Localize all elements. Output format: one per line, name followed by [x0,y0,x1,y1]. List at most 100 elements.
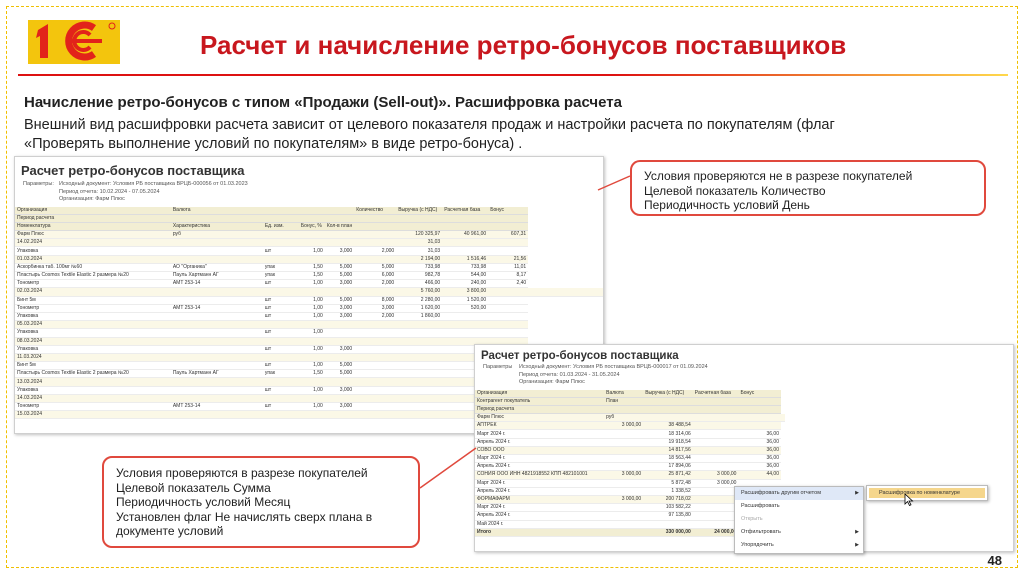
table-cell [442,312,489,322]
table-header-cell[interactable]: Организация [15,206,131,215]
table-cell: 1,00 [298,328,325,338]
table-header-cell[interactable]: Бонус, % [298,222,325,232]
table-row[interactable]: Упаковка шт 1,00 3,000 2,000 1 860,00 [15,312,603,322]
table-header-cell[interactable]: Количество [354,206,397,215]
table-cell: Апрель 2024 г. [475,462,605,472]
table-header-cell[interactable] [692,397,739,406]
table-header-cell[interactable]: План [604,397,644,406]
table-header-cell[interactable] [324,206,355,215]
table-header-cell[interactable] [692,405,739,415]
table-cell: СОНИЯ ООО ИНН 4821918552 КПП 482101001 [475,470,605,480]
table-header-cell[interactable]: Кол-в план [324,222,355,232]
table-header-cell[interactable] [643,405,693,415]
table-group-row[interactable]: Фарм Плюс руб 120 325,97 40 961,00 607,31 [15,230,603,240]
table-cell: 120 325,97 [396,230,443,240]
context-menu-item[interactable]: Расшифровать другим отчетом ▶ [735,487,863,500]
context-menu-item[interactable]: Расшифровать [735,500,863,513]
table-group-row[interactable]: 05.03.2024 [15,320,603,330]
table-row[interactable]: Тонометр AMT 253-14 шт 1,00 3,000 3,000 1 620,… [15,304,603,313]
table-header-cell[interactable] [262,206,299,215]
table-header-cell[interactable]: Период расчета [475,405,605,415]
table-header-cell[interactable]: Валюта [170,206,263,215]
table-header-cell[interactable] [130,206,171,215]
table-row[interactable]: Пластырь Cosmos Textile Elastic 2 размер… [15,271,603,281]
table-header-cell[interactable]: Расчетная база [442,206,489,215]
table-cell: 14 817,56 [643,446,693,456]
table-cell: AMT 253-14 [170,304,263,313]
table-row[interactable]: Апрель 2024 г. 17 894,06 36,00 [475,462,785,472]
table-row[interactable]: Упаковка шт 1,00 3,000 2,000 31,03 [15,246,603,256]
table-header-cell[interactable]: Расчетная база [692,389,739,398]
context-menu: Расшифровать другим отчетом ▶ Расшифровать… [734,486,864,554]
table-header-cell[interactable]: Ед. изм. [262,222,299,232]
table-row[interactable]: Апрель 2024 г. 19 918,54 36,00 [475,438,785,447]
table-header-cell[interactable] [738,405,781,415]
table-row[interactable]: Март 2024 г. 18 314,06 36,00 [475,429,785,439]
table-header-cell[interactable]: Номенклатура [15,222,131,232]
table-header-cell[interactable] [396,222,443,232]
table-header-cell[interactable] [298,214,325,223]
table-cell: 8,000 [354,296,397,305]
table-cell: 40 961,00 [442,230,489,240]
table-group-row[interactable]: АПТРЕК 3 000,00 38 488,54 [475,421,785,431]
table-header-cell[interactable] [643,397,693,406]
table-header-cell[interactable] [442,214,489,223]
table-header-cell[interactable] [298,206,325,215]
parameter-label: Параметры: [23,181,54,187]
table-row[interactable]: Аскорбинка таб. 100мг №60 АО "Органика" уп… [15,263,603,273]
table-cell [170,246,263,256]
table-cell [170,345,263,354]
table-cell: АО "Органика" [170,263,263,273]
table-header-cell[interactable] [354,222,397,232]
table-cell [298,230,325,240]
table-cell [354,386,397,395]
table-header-cell[interactable] [354,214,397,223]
table-group-row[interactable]: 01.03.2024 2 194,00 1 516,46 21,56 [15,255,603,264]
table-header-cell[interactable]: Выручка (с НДС) [643,389,693,398]
table-header-cell[interactable]: Организация [475,389,605,398]
table-cell: 44,00 [738,470,781,480]
table-row[interactable]: Упаковка шт 1,00 [15,328,603,338]
table-cell: 5,000 [324,296,355,305]
table-header-cell[interactable] [604,405,644,415]
table-cell [442,320,489,330]
table-header-cell[interactable]: Выручка (с НДС) [396,206,443,215]
table-header-cell[interactable]: Период расчета [15,214,131,223]
table-group-row[interactable]: СОВО ООО 14 817,56 36,00 [475,446,785,456]
table-row[interactable]: Бинт 5м шт 1,00 5,000 8,000 2 280,00 1 520,00 [15,296,603,305]
table-row[interactable]: Тонометр AMT 253-14 шт 1,00 3,000 2,000 466,00… [15,279,603,289]
table-group-row[interactable]: 02.03.2024 5 760,00 3 800,00 [15,287,603,297]
table-cell: 3 000,00 [604,470,644,480]
table-header-cell[interactable]: Бонус [738,389,781,398]
table-cell [488,246,529,256]
table-cell [130,394,171,404]
table-header-cell[interactable] [130,222,171,232]
table-header-cell[interactable]: Характеристика [170,222,263,232]
table-header-cell[interactable] [324,214,355,223]
table-group-row[interactable]: СОНИЯ ООО ИНН 4821918552 КПП 482101001 3 … [475,470,785,480]
table-header-cell[interactable] [488,222,529,232]
table-cell: Бинт 5м [15,296,131,305]
table-header-cell[interactable] [488,214,529,223]
context-menu-item[interactable]: Упорядочить ▶ [735,539,863,552]
submenu-item-nomenclature[interactable]: Расшифровка по номенклатуре [869,488,985,498]
table-header-cell[interactable] [396,214,443,223]
table-row[interactable]: Март 2024 г. 18 563,44 36,00 [475,454,785,464]
table-header-cell[interactable]: Контрагент покупатель [475,397,605,406]
table-header-cell[interactable]: Бонус [488,206,529,215]
table-cell: 1,00 [298,386,325,395]
table-header-cell[interactable] [442,222,489,232]
report-parameters: Параметры Исходный документ: Условия РБ п… [475,364,1013,387]
table-header-cell[interactable] [130,214,171,223]
table-cell [130,230,171,240]
context-menu-item[interactable]: Отфильтровать ▶ [735,526,863,539]
table-cell: 1 338,52 [643,487,693,496]
parameter-value: Период отчета: 10.02.2024 - 07.05.2024 [59,188,160,195]
table-group-row[interactable]: 14.02.2024 31,03 [15,238,603,248]
table-header-cell[interactable]: Валюта [604,389,644,398]
table-header-cell[interactable] [262,214,299,223]
table-header-cell[interactable] [170,214,263,223]
table-header-cell[interactable] [738,397,781,406]
table-cell [170,386,263,395]
table-group-row[interactable]: Фарм Плюс руб [475,413,785,423]
